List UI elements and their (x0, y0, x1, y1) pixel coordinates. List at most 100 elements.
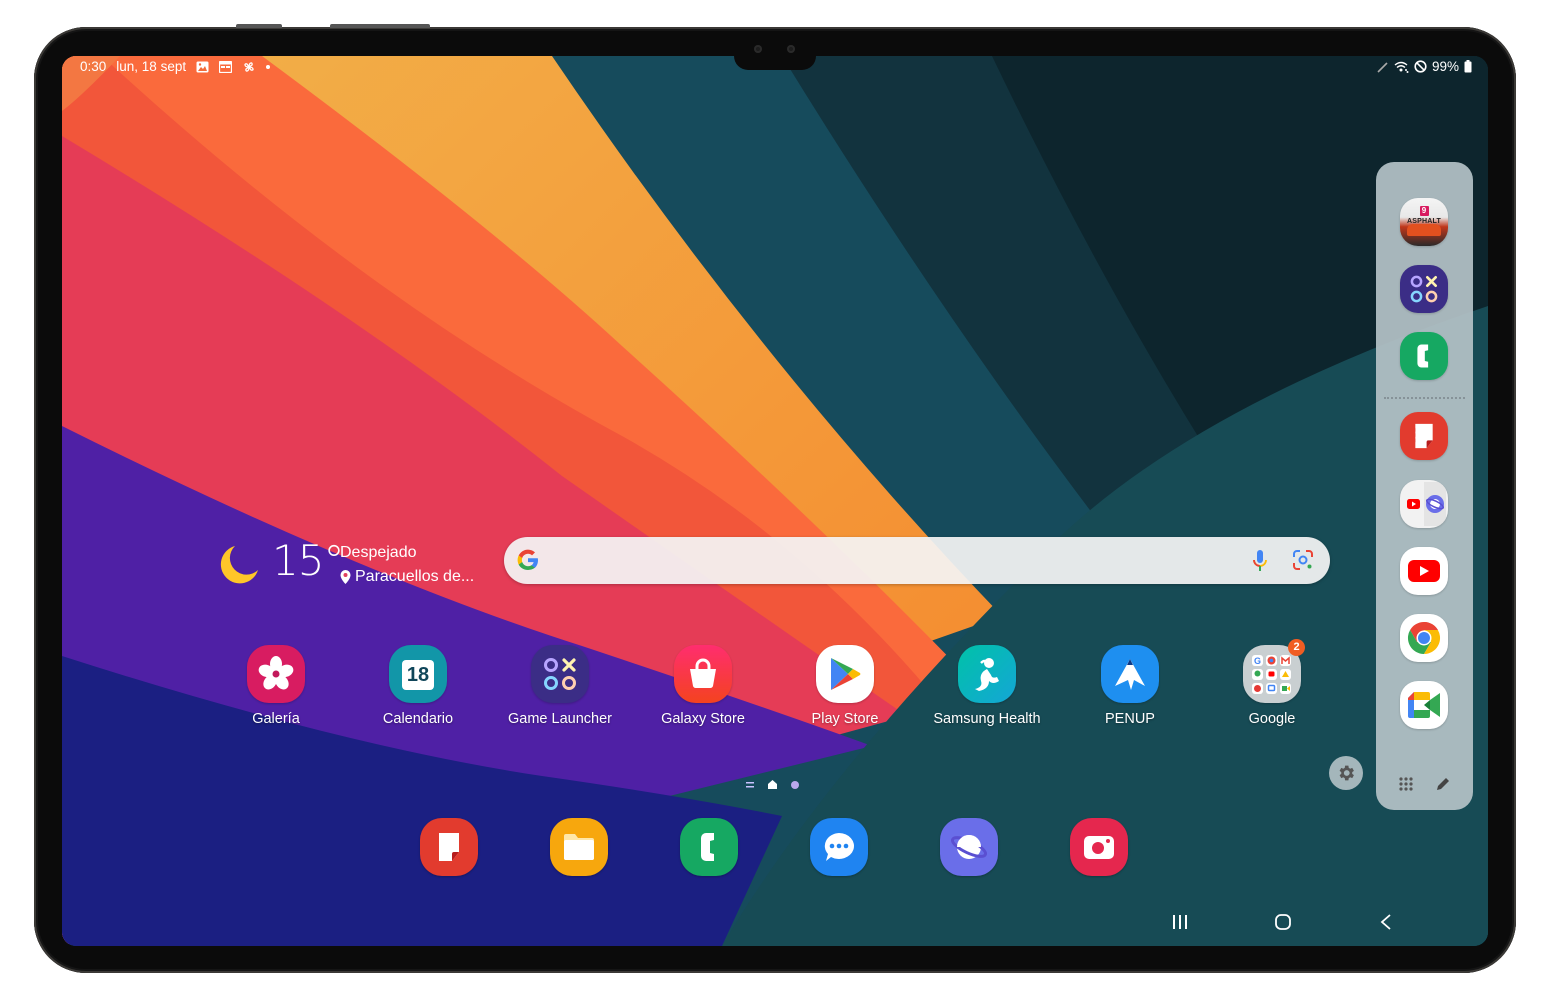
my-files-icon (564, 834, 594, 860)
app-label: PENUP (1105, 711, 1155, 727)
home-icon (1275, 914, 1291, 930)
home-button[interactable] (1258, 906, 1308, 938)
app-penup[interactable]: PENUP (1070, 645, 1190, 727)
google-lens-icon[interactable] (1292, 549, 1314, 571)
battery-icon (1464, 60, 1472, 73)
google-folder-icon: G 2 (1243, 639, 1305, 703)
temperature: 15° (272, 536, 344, 585)
calendar-icon: 18 (389, 645, 447, 703)
more-notifications-dot-icon (266, 64, 271, 69)
edge-panel-divider (1384, 397, 1465, 399)
app-calendario[interactable]: 18 Calendario (358, 645, 478, 727)
moon-icon (220, 546, 258, 584)
notification-badge: 2 (1288, 639, 1305, 656)
app-samsung-health[interactable]: Samsung Health (927, 645, 1047, 727)
wallpaper (62, 56, 1488, 946)
menu-page-indicator[interactable] (746, 781, 754, 788)
edge-app-google-meet[interactable] (1400, 681, 1448, 729)
page-dot[interactable] (791, 780, 799, 789)
camera-icon (1084, 836, 1114, 859)
home-page-indicator[interactable] (768, 780, 777, 789)
s-pen-icon (1377, 61, 1389, 73)
wifi-icon (1394, 61, 1409, 73)
recent-apps-button[interactable] (1155, 906, 1205, 938)
edit-pencil-icon[interactable] (1435, 776, 1451, 792)
dock-samsung-notes[interactable] (420, 818, 478, 876)
clock: 0:30 (80, 59, 107, 74)
app-label: Calendario (382, 711, 454, 727)
samsung-notes-icon (1413, 423, 1433, 449)
navigation-bar (1152, 906, 1412, 938)
car-graphic (1407, 224, 1441, 236)
app-label: Galería (252, 711, 300, 727)
edge-panel[interactable]: 9 ASPHALT (1376, 162, 1473, 810)
app-label: Play Store (811, 711, 879, 727)
app-label: Galaxy Store (661, 711, 745, 727)
search-input[interactable] (550, 545, 1214, 577)
gallery-icon (247, 645, 305, 703)
google-meet-icon (1408, 692, 1440, 718)
phone-icon (1417, 344, 1429, 368)
calendar-notification-icon (219, 60, 233, 73)
play-store-icon (816, 645, 874, 703)
front-camera (754, 45, 762, 53)
edge-app-samsung-notes[interactable] (1400, 412, 1448, 460)
asphalt-number: 9 (1419, 206, 1429, 216)
chrome-icon (1407, 621, 1441, 655)
pinwheel-notification-icon (242, 60, 256, 74)
date: lun, 18 sept (116, 59, 187, 74)
location-label: Paracuellos de... (355, 568, 475, 585)
edge-app-game-launcher[interactable] (1400, 265, 1448, 313)
calendar-day: 18 (402, 660, 434, 690)
svg-text:G: G (1254, 656, 1261, 666)
location-pin-icon (340, 570, 351, 584)
dock-samsung-internet[interactable] (940, 818, 998, 876)
edge-panel-settings-button[interactable] (1329, 756, 1363, 790)
app-galaxy-store[interactable]: Galaxy Store (643, 645, 763, 727)
gear-icon (1339, 765, 1354, 781)
dock-messages[interactable] (810, 818, 868, 876)
edge-app-pair-youtube-internet[interactable] (1400, 480, 1448, 528)
app-label: Game Launcher (508, 711, 612, 727)
google-g-icon (517, 549, 538, 570)
samsung-internet-icon (950, 835, 988, 859)
back-icon (1380, 914, 1391, 930)
camera-notch (734, 50, 816, 70)
google-search-bar[interactable] (504, 537, 1330, 584)
penup-icon (1101, 645, 1159, 703)
app-play-store[interactable]: Play Store (785, 645, 905, 727)
do-not-disturb-icon (1414, 60, 1427, 73)
messages-icon (824, 833, 854, 861)
page-indicator[interactable] (746, 780, 799, 789)
gallery-notification-icon (196, 61, 209, 73)
samsung-health-icon (958, 645, 1016, 703)
all-apps-grid-icon[interactable] (1398, 776, 1414, 792)
dock-camera[interactable] (1070, 818, 1128, 876)
app-google-folder[interactable]: G 2 Google (1212, 639, 1332, 727)
samsung-notes-icon (437, 833, 459, 861)
back-button[interactable] (1361, 906, 1411, 938)
microphone-icon[interactable] (1252, 549, 1268, 573)
power-button (330, 24, 430, 28)
edge-app-youtube[interactable] (1400, 547, 1448, 595)
youtube-icon (1408, 560, 1440, 582)
game-launcher-icon (1410, 275, 1438, 303)
edge-app-asphalt-9[interactable]: 9 ASPHALT (1400, 198, 1448, 246)
battery-percentage: 99% (1431, 59, 1459, 74)
phone-icon (701, 833, 714, 861)
edge-app-chrome[interactable] (1400, 614, 1448, 662)
galaxy-store-icon (674, 645, 732, 703)
home-screen: 0:30 lun, 18 sept 99% 15° Despejado Para… (62, 56, 1488, 946)
dock-my-files[interactable] (550, 818, 608, 876)
dock-phone[interactable] (680, 818, 738, 876)
app-label: Samsung Health (933, 711, 1041, 727)
volume-button (236, 24, 282, 28)
asphalt-9-icon: 9 ASPHALT (1400, 200, 1448, 225)
app-pair-icon (1407, 482, 1446, 526)
app-game-launcher[interactable]: Game Launcher (500, 645, 620, 727)
app-label: Google (1248, 711, 1296, 727)
recent-apps-icon (1173, 915, 1187, 929)
edge-app-phone[interactable] (1400, 332, 1448, 380)
game-launcher-icon (531, 645, 589, 703)
app-galeria[interactable]: Galería (216, 645, 336, 727)
